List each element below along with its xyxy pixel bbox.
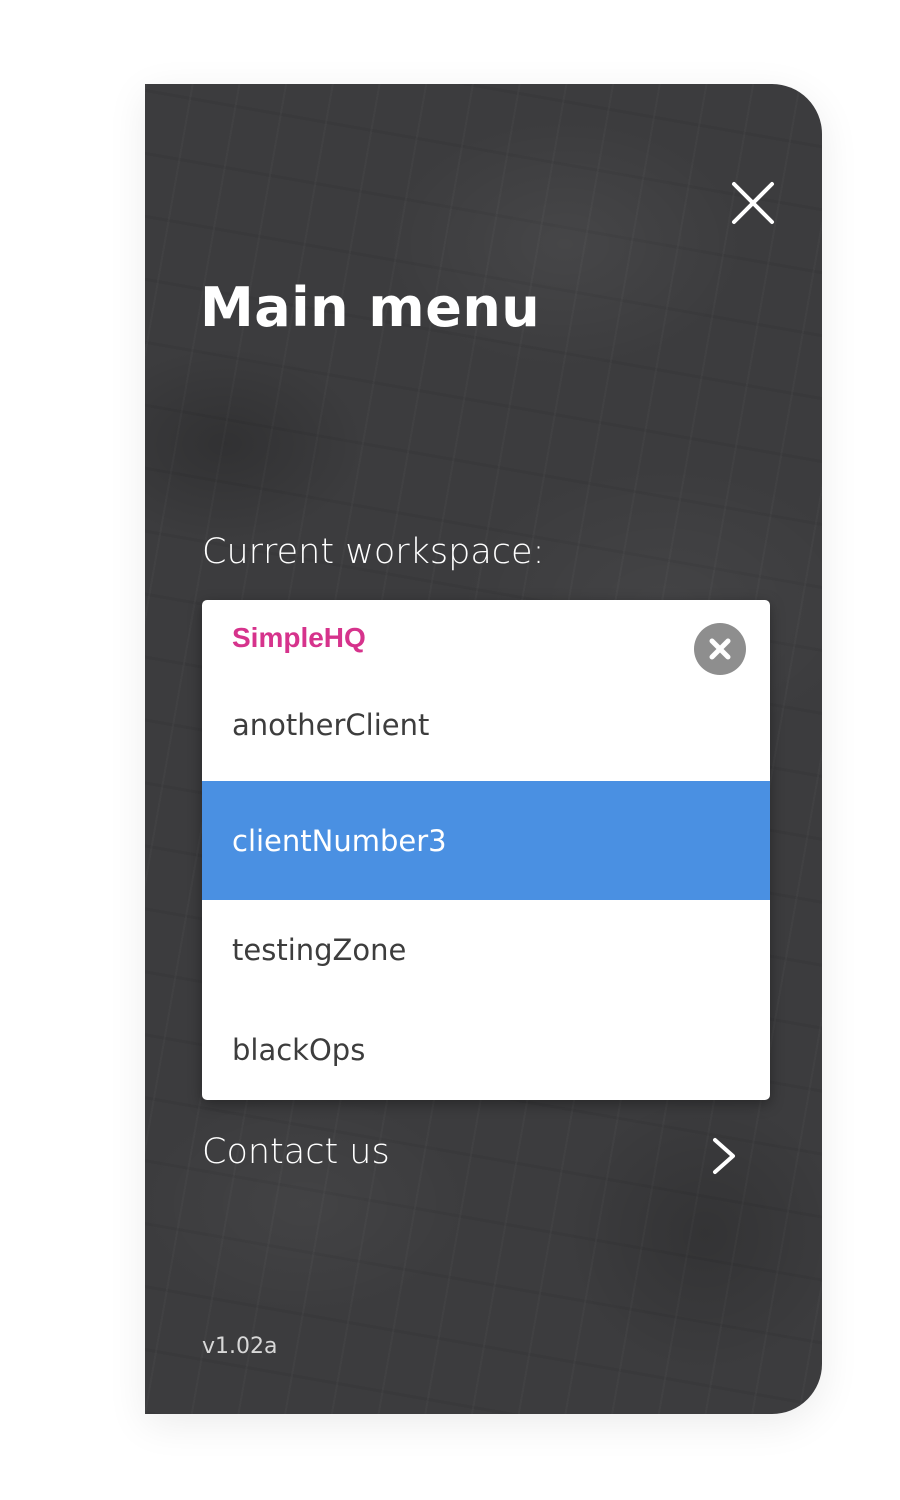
contact-us-item[interactable]: Contact us [202,1114,770,1194]
close-icon [732,182,774,224]
page-title: Main menu [200,276,541,339]
clear-circle-icon [709,638,731,660]
workspace-dropdown[interactable]: SimpleHQ anotherClient clientNumber3 tes… [202,600,770,1100]
current-workspace-label: Current workspace: [202,532,545,572]
selected-workspace: SimpleHQ [232,622,366,653]
workspace-option-testingzone[interactable]: testingZone [202,900,770,1000]
clear-workspace-button[interactable] [694,623,746,675]
workspace-option-anotherclient[interactable]: anotherClient [202,680,770,781]
workspace-dropdown-header[interactable]: SimpleHQ [202,600,770,680]
contact-us-label: Contact us [202,1132,390,1172]
version-label: v1.02a [202,1334,278,1359]
chevron-right-icon [709,1136,741,1176]
close-menu-button[interactable] [728,178,778,228]
main-menu-panel: Main menu Current workspace: SimpleHQ an… [145,84,822,1414]
workspace-option-clientnumber3[interactable]: clientNumber3 [202,781,770,900]
workspace-option-blackops[interactable]: blackOps [202,1000,770,1100]
